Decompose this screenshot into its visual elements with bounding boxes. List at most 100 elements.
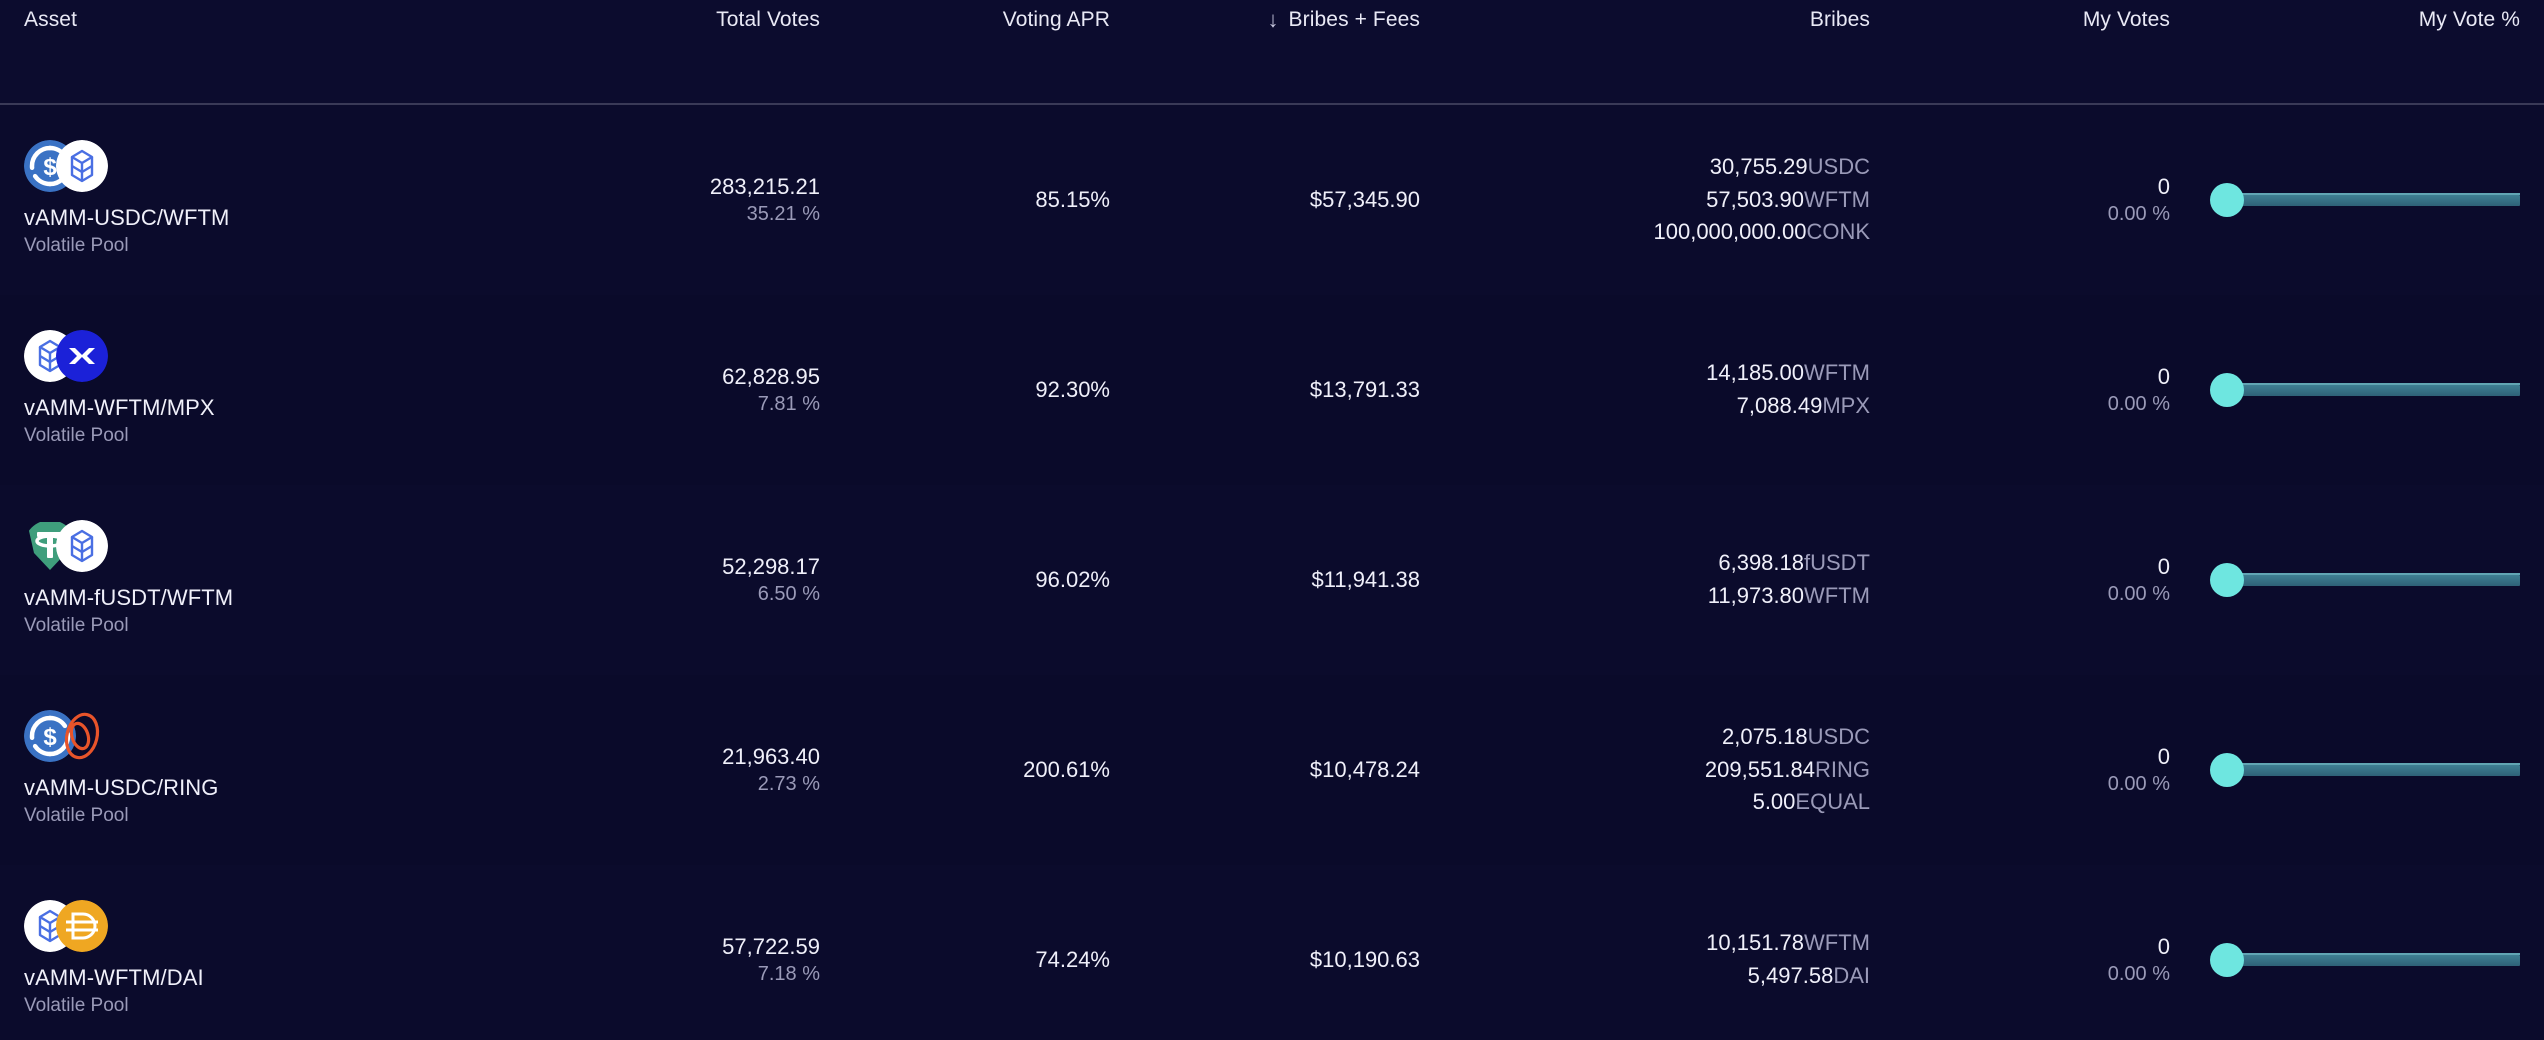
vote-allocation-slider[interactable] bbox=[2210, 752, 2520, 788]
vote-allocation-slider[interactable] bbox=[2210, 562, 2520, 598]
bribe-amount: 30,755.29 bbox=[1709, 154, 1808, 180]
bribe-symbol: WFTM bbox=[1804, 360, 1870, 386]
table-row[interactable]: vAMM-USDC/WFTM Volatile Pool 283,215.21 35.… bbox=[0, 105, 2544, 295]
column-header-my-votes-label: My Votes bbox=[2082, 8, 2170, 31]
total-votes-percent: 7.81 % bbox=[757, 393, 820, 416]
my-votes-cell: 0 0.00 % bbox=[1870, 742, 2170, 799]
token-icon-pair bbox=[24, 520, 134, 578]
bribes-fees-cell: $10,478.24 bbox=[1110, 757, 1420, 783]
bribe-amount: 5.00 bbox=[1752, 789, 1796, 815]
slider-thumb[interactable] bbox=[2210, 943, 2244, 977]
bribes-fees-value: $11,941.38 bbox=[1311, 567, 1420, 592]
my-votes-value: 0 bbox=[2157, 553, 2170, 579]
column-header-asset[interactable]: Asset bbox=[0, 0, 560, 32]
bribes-cell: 2,075.18USDC 209,551.84RING 5.00EQUAL bbox=[1420, 721, 1870, 819]
column-header-my-votes[interactable]: My Votes bbox=[1870, 0, 2170, 32]
voting-apr-value: 96.02% bbox=[1035, 567, 1110, 592]
bribe-symbol: MPX bbox=[1822, 393, 1870, 418]
total-votes-value: 283,215.21 bbox=[709, 173, 820, 199]
slider-track[interactable] bbox=[2232, 765, 2520, 776]
asset-cell[interactable]: vAMM-USDC/RING Volatile Pool bbox=[0, 710, 560, 830]
table-row[interactable]: vAMM-WFTM/DAI Volatile Pool 57,722.59 7.18 … bbox=[0, 865, 2544, 1040]
bribe-symbol: DAI bbox=[1833, 963, 1870, 988]
bribe-entry: 57,503.90WFTM bbox=[1420, 184, 1870, 217]
total-votes-percent: 6.50 % bbox=[757, 583, 820, 606]
bribe-entry: 100,000,000.00CONK bbox=[1420, 216, 1871, 249]
asset-cell[interactable]: vAMM-WFTM/MPX Volatile Pool bbox=[0, 330, 560, 450]
total-votes-value: 57,722.59 bbox=[722, 933, 820, 959]
wftm-icon bbox=[56, 520, 108, 572]
my-votes-cell: 0 0.00 % bbox=[1870, 362, 2170, 419]
slider-thumb[interactable] bbox=[2210, 563, 2244, 597]
voting-apr-cell: 85.15% bbox=[820, 187, 1110, 213]
my-vote-percent-cell bbox=[2170, 752, 2544, 788]
bribes-cell: 14,185.00WFTM 7,088.49MPX bbox=[1420, 357, 1870, 422]
total-votes-cell: 283,215.21 35.21 % bbox=[560, 172, 820, 229]
vote-allocation-slider[interactable] bbox=[2210, 942, 2520, 978]
voting-apr-value: 74.24% bbox=[1035, 947, 1110, 972]
asset-cell[interactable]: vAMM-WFTM/DAI Volatile Pool bbox=[0, 900, 560, 1020]
column-header-voting-apr[interactable]: Voting APR bbox=[820, 0, 1110, 32]
dai-icon bbox=[56, 900, 108, 952]
bribe-amount: 209,551.84 bbox=[1704, 756, 1815, 782]
pool-type-label: Volatile Pool bbox=[24, 994, 129, 1016]
my-votes-value: 0 bbox=[2157, 173, 2170, 199]
asset-cell[interactable]: vAMM-fUSDT/WFTM Volatile Pool bbox=[0, 520, 560, 640]
bribe-amount: 6,398.18 bbox=[1718, 550, 1804, 576]
voting-table: Asset Total Votes Voting APR ↓ Bribes + F… bbox=[0, 0, 2544, 1040]
pair-name: vAMM-WFTM/DAI bbox=[24, 965, 204, 990]
bribe-symbol: WFTM bbox=[1804, 186, 1870, 212]
my-vote-percent-cell bbox=[2170, 372, 2544, 408]
asset-cell[interactable]: vAMM-USDC/WFTM Volatile Pool bbox=[0, 140, 560, 260]
my-vote-percent-value: 0.00 % bbox=[2107, 963, 2170, 986]
slider-track[interactable] bbox=[2232, 955, 2520, 966]
bribe-amount: 57,503.90 bbox=[1706, 186, 1805, 212]
slider-thumb[interactable] bbox=[2210, 183, 2244, 217]
bribe-symbol: USDC bbox=[1807, 724, 1870, 750]
bribe-entry: 10,151.78WFTM bbox=[1420, 927, 1870, 960]
pair-name: vAMM-USDC/RING bbox=[24, 775, 219, 800]
my-votes-cell: 0 0.00 % bbox=[1870, 932, 2170, 989]
vote-allocation-slider[interactable] bbox=[2210, 372, 2520, 408]
my-vote-percent-cell bbox=[2170, 942, 2544, 978]
total-votes-percent: 35.21 % bbox=[746, 203, 820, 226]
bribes-cell: 30,755.29USDC 57,503.90WFTM 100,000,000.00… bbox=[1420, 151, 1871, 249]
slider-track[interactable] bbox=[2232, 385, 2520, 396]
total-votes-cell: 62,828.95 7.81 % bbox=[560, 362, 820, 419]
slider-thumb[interactable] bbox=[2210, 373, 2244, 407]
table-row[interactable]: vAMM-fUSDT/WFTM Volatile Pool 52,298.17 6.5… bbox=[0, 485, 2544, 675]
slider-track[interactable] bbox=[2232, 575, 2520, 586]
my-votes-value: 0 bbox=[2157, 933, 2170, 959]
total-votes-percent: 7.18 % bbox=[757, 963, 820, 986]
table-row[interactable]: vAMM-USDC/RING Volatile Pool 21,963.40 2.73… bbox=[0, 675, 2544, 865]
token-icon-pair bbox=[24, 140, 134, 198]
column-header-bribes-fees-label: Bribes + Fees bbox=[1288, 8, 1420, 31]
table-header-row: Asset Total Votes Voting APR ↓ Bribes + F… bbox=[0, 0, 2544, 105]
my-vote-percent-value: 0.00 % bbox=[2107, 203, 2170, 226]
column-header-total-votes[interactable]: Total Votes bbox=[560, 0, 820, 32]
my-votes-cell: 0 0.00 % bbox=[1870, 552, 2170, 609]
column-header-bribes[interactable]: Bribes bbox=[1420, 0, 1870, 32]
token-icon-pair bbox=[24, 900, 134, 958]
bribe-symbol: CONK bbox=[1806, 219, 1870, 245]
bribes-fees-cell: $11,941.38 bbox=[1110, 567, 1420, 593]
pool-type-label: Volatile Pool bbox=[24, 804, 129, 826]
vote-allocation-slider[interactable] bbox=[2210, 182, 2520, 218]
total-votes-cell: 57,722.59 7.18 % bbox=[560, 932, 820, 989]
slider-thumb[interactable] bbox=[2210, 753, 2244, 787]
column-header-bribes-fees[interactable]: ↓ Bribes + Fees bbox=[1110, 0, 1420, 32]
bribe-amount: 2,075.18 bbox=[1722, 724, 1808, 750]
bribes-fees-cell: $57,345.90 bbox=[1110, 187, 1420, 213]
bribes-fees-value: $10,190.63 bbox=[1309, 947, 1420, 972]
total-votes-cell: 21,963.40 2.73 % bbox=[560, 742, 820, 799]
column-header-my-vote-pct[interactable]: My Vote % bbox=[2170, 0, 2544, 32]
table-row[interactable]: vAMM-WFTM/MPX Volatile Pool 62,828.95 7.81 … bbox=[0, 295, 2544, 485]
voting-apr-cell: 96.02% bbox=[820, 567, 1110, 593]
token-icon-pair bbox=[24, 330, 134, 388]
bribe-amount: 100,000,000.00 bbox=[1653, 219, 1807, 245]
ring-icon bbox=[56, 710, 108, 762]
bribe-entry: 30,755.29USDC bbox=[1420, 151, 1870, 184]
slider-track[interactable] bbox=[2232, 195, 2520, 206]
my-vote-percent-cell bbox=[2170, 182, 2544, 218]
arrow-down-icon: ↓ bbox=[1267, 7, 1279, 32]
